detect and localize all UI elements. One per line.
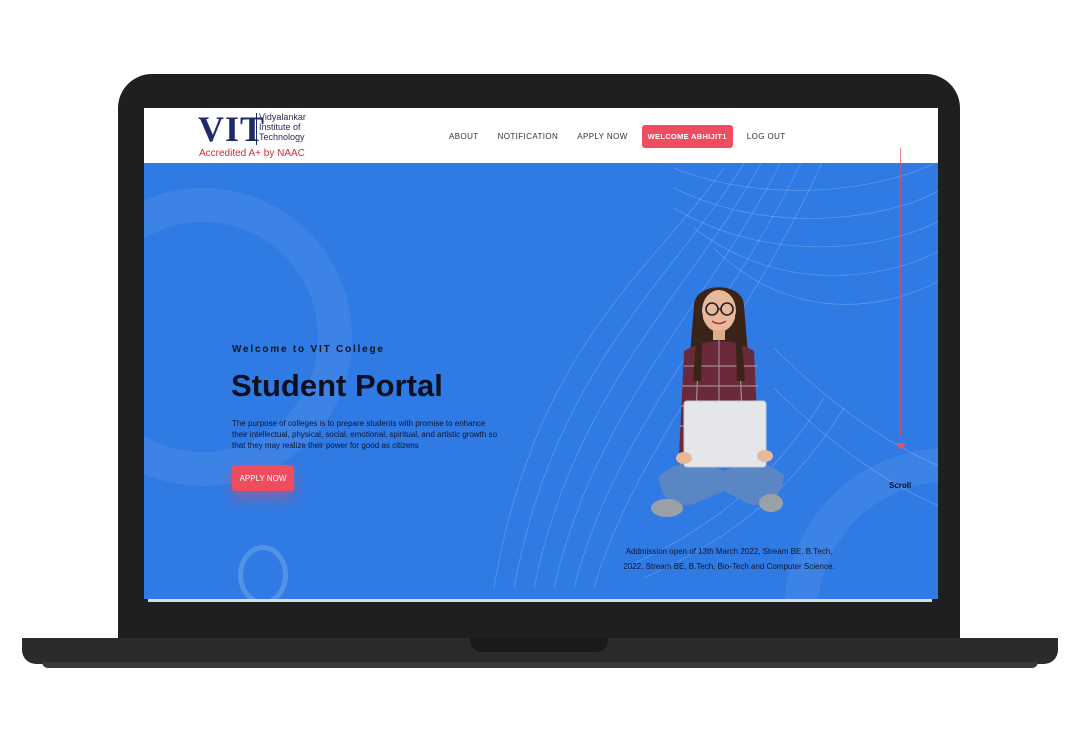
student-with-laptop-image [651,287,784,517]
laptop-notch [470,638,608,652]
nav-menu: ABOUT NOTIFICATION APPLY NOW WELCOME ABH… [449,125,805,148]
admission-notice: Addmission open of 13th March 2022, Stre… [564,544,894,574]
logo-accreditation: Accredited A+ by NAAC [199,148,305,159]
logo-institute-name: Vidyalankar Institute of Technology [259,112,306,142]
vit-logo[interactable]: VIT Vidyalankar Institute of Technology … [198,110,308,160]
hero-description: The purpose of colleges is to prepare st… [232,419,498,450]
admission-notice-line: 2022, Stream BE, B.Tech, Bio-Tech and Co… [623,562,835,571]
nav-notification-link[interactable]: NOTIFICATION [498,132,559,141]
logo-name-line: Technology [259,132,305,142]
logo-name-line: Vidyalankar [259,112,306,122]
logo-name-line: Institute of [259,122,301,132]
apply-now-button[interactable]: APPLY NOW [232,465,294,491]
hero-title: Student Portal [231,368,443,403]
laptop-base-edge [42,662,1038,668]
scroll-line [900,148,901,438]
nav-about-link[interactable]: ABOUT [449,132,479,141]
nav-logout-link[interactable]: LOG OUT [747,132,786,141]
nav-apply-now-link[interactable]: APPLY NOW [577,132,627,141]
admission-notice-line: Addmission open of 13th March 2022, Stre… [625,547,833,556]
decorative-ring [238,545,288,599]
laptop-screen: VIT Vidyalankar Institute of Technology … [144,108,938,599]
scroll-label[interactable]: Scroll [889,481,911,490]
welcome-user-button[interactable]: WELCOME ABHIJIT1 [641,125,733,148]
screen-bottom-edge [148,599,932,602]
logo-brand: VIT [198,109,266,149]
navbar: VIT Vidyalankar Institute of Technology … [144,108,938,163]
scroll-arrow-icon[interactable] [896,443,906,450]
logo-divider [256,113,257,145]
hero-kicker: Welcome to VIT College [232,344,385,355]
